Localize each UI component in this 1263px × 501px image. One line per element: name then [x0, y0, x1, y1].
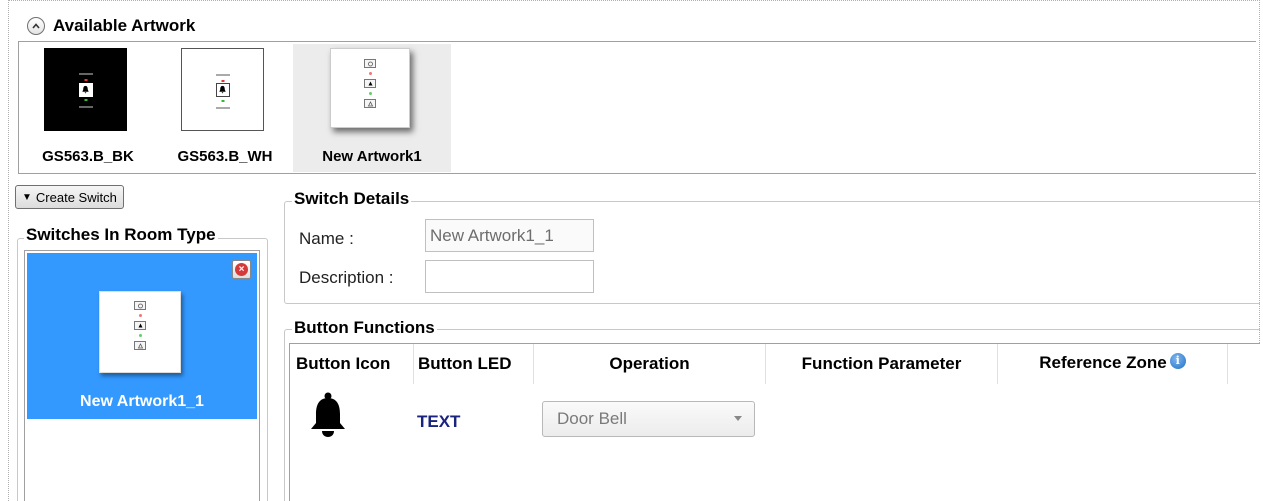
- key-icon: [364, 59, 376, 68]
- thumb-text-line: [215, 107, 230, 109]
- bell-icon[interactable]: [308, 392, 348, 438]
- column-header-button-led[interactable]: Button LED: [414, 344, 534, 384]
- switches-list: × New Artwork1_1: [24, 250, 260, 501]
- thumb-led: [84, 79, 87, 81]
- switch-details-title: Switch Details: [292, 189, 412, 209]
- thumb-led: [221, 100, 224, 102]
- artwork-thumbnail: [44, 48, 127, 131]
- description-label: Description :: [299, 268, 394, 287]
- thumb-text-line: [78, 106, 93, 108]
- artwork-label: GS563.B_WH: [177, 148, 273, 165]
- artwork-item-gs563-b-bk[interactable]: GS563.B_BK: [18, 44, 158, 172]
- create-switch-label: Create Switch: [35, 189, 117, 205]
- artwork-item-gs563-b-wh[interactable]: GS563.B_WH: [155, 44, 295, 172]
- key-icon: [364, 99, 376, 108]
- artwork-item-new-artwork1[interactable]: New Artwork1: [293, 44, 451, 172]
- button-functions-grid: Button Icon Button LED Operation Functio…: [289, 343, 1260, 501]
- artwork-thumbnail: [330, 48, 410, 128]
- collapse-icon[interactable]: [27, 17, 45, 35]
- key-icon: [134, 301, 146, 310]
- thumb-buttons: [134, 301, 146, 350]
- column-header-operation[interactable]: Operation: [534, 344, 766, 384]
- bell-icon: [215, 82, 230, 97]
- name-field[interactable]: New Artwork1_1: [425, 219, 594, 252]
- thumb-led: [138, 334, 142, 337]
- artwork-label: New Artwork1: [322, 148, 422, 165]
- switch-card-new-artwork1-1[interactable]: × New Artwork1_1: [27, 253, 257, 419]
- thumb-buttons: [364, 59, 376, 108]
- operation-select[interactable]: Door Bell: [542, 401, 755, 437]
- artwork-thumbnail: [181, 48, 264, 131]
- switches-in-room-type-title: Switches In Room Type: [24, 225, 218, 245]
- delete-button[interactable]: ×: [232, 260, 251, 279]
- button-functions-title: Button Functions: [292, 318, 437, 338]
- artwork-panel: GS563.B_BK GS563.B_WH New Artwork1: [18, 41, 1256, 174]
- chevron-down-icon: [734, 416, 742, 421]
- description-field[interactable]: [425, 260, 594, 293]
- bell-icon: [134, 321, 146, 330]
- column-header-reference-zone[interactable]: Reference Zone i: [998, 344, 1228, 384]
- thumb-led: [368, 72, 372, 75]
- thumb-led: [84, 99, 87, 101]
- key-icon: [134, 341, 146, 350]
- column-header-function-parameter[interactable]: Function Parameter: [766, 344, 998, 384]
- column-header-button-icon[interactable]: Button Icon: [290, 344, 414, 384]
- bell-icon: [364, 79, 376, 88]
- button-led-text[interactable]: TEXT: [417, 412, 460, 432]
- thumb-led: [138, 314, 142, 317]
- delete-icon: ×: [235, 263, 248, 276]
- triangle-down-icon: ▼: [22, 191, 32, 203]
- thumb-text-line: [215, 74, 230, 76]
- create-switch-button[interactable]: ▼ Create Switch: [15, 185, 124, 209]
- artwork-label: GS563.B_BK: [42, 148, 134, 165]
- switch-thumbnail: [99, 291, 181, 373]
- available-artwork-title: Available Artwork: [53, 16, 196, 35]
- bell-icon: [78, 82, 93, 97]
- switch-card-label: New Artwork1_1: [80, 393, 204, 410]
- thumb-led: [368, 92, 372, 95]
- info-icon[interactable]: i: [1169, 353, 1186, 369]
- operation-select-value: Door Bell: [557, 409, 627, 428]
- name-label: Name :: [299, 229, 354, 248]
- available-artwork-header: Available Artwork: [27, 15, 195, 37]
- thumb-text-line: [78, 73, 93, 75]
